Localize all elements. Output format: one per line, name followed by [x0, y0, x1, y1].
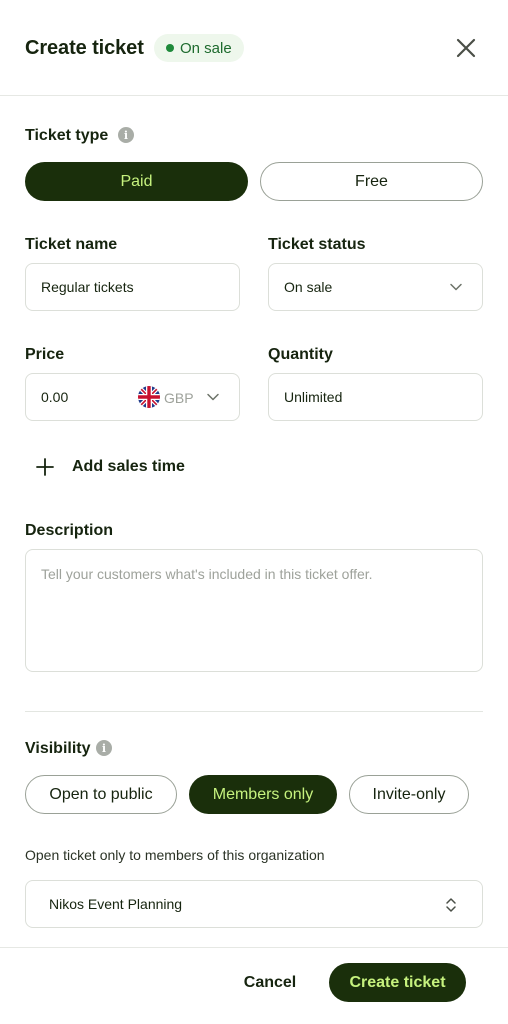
visibility-open-to-public-button[interactable]: Open to public: [25, 775, 177, 814]
modal-footer: Cancel Create ticket: [0, 947, 508, 1024]
visibility-helper-text: Open ticket only to members of this orga…: [25, 847, 325, 863]
ticket-status-select[interactable]: On sale: [268, 263, 483, 311]
price-value: 0.00: [41, 389, 69, 405]
ticket-type-free-button[interactable]: Free: [260, 162, 483, 201]
quantity-value: Unlimited: [284, 389, 343, 405]
add-sales-time-label: Add sales time: [72, 458, 185, 475]
modal-header: Create ticket On sale: [0, 0, 508, 96]
page-title: Create ticket: [25, 37, 144, 59]
visibility-members-only-button[interactable]: Members only: [189, 775, 337, 814]
ticket-name-label: Ticket name: [25, 236, 118, 253]
price-label: Price: [25, 346, 65, 363]
ticket-type-label: Ticket type: [25, 127, 109, 144]
ticket-status-value: On sale: [284, 279, 333, 295]
description-label: Description: [25, 522, 114, 539]
info-icon[interactable]: i: [118, 127, 134, 143]
cancel-button[interactable]: Cancel: [232, 964, 308, 1002]
visibility-info-icon[interactable]: i: [96, 740, 112, 756]
currency-chevron-down-icon[interactable]: [206, 390, 220, 404]
chevron-up-down-icon: [446, 898, 456, 912]
ticket-status-label: Ticket status: [268, 236, 366, 253]
plus-icon: [36, 458, 54, 476]
ticket-name-value: Regular tickets: [41, 279, 134, 295]
create-ticket-button[interactable]: Create ticket: [329, 963, 466, 1002]
description-placeholder: Tell your customers what's included in t…: [41, 566, 373, 582]
ticket-name-input[interactable]: Regular tickets: [25, 263, 240, 311]
close-button[interactable]: [454, 36, 478, 60]
uk-flag-icon: [138, 386, 160, 408]
currency-code[interactable]: GBP: [164, 390, 194, 406]
close-icon: [456, 38, 476, 58]
quantity-input[interactable]: Unlimited: [268, 373, 483, 421]
add-sales-time-button[interactable]: Add sales time: [36, 458, 185, 476]
status-badge: On sale: [154, 34, 244, 62]
chevron-down-icon: [450, 283, 462, 291]
status-badge-label: On sale: [180, 39, 232, 57]
visibility-label: Visibility: [25, 740, 91, 757]
organization-select[interactable]: Nikos Event Planning: [25, 880, 483, 928]
status-dot-icon: [166, 44, 174, 52]
organization-value: Nikos Event Planning: [49, 896, 183, 912]
quantity-label: Quantity: [268, 346, 333, 363]
ticket-type-paid-button[interactable]: Paid: [25, 162, 248, 201]
visibility-invite-only-button[interactable]: Invite-only: [349, 775, 469, 814]
description-textarea[interactable]: Tell your customers what's included in t…: [25, 549, 483, 672]
divider: [25, 711, 483, 712]
